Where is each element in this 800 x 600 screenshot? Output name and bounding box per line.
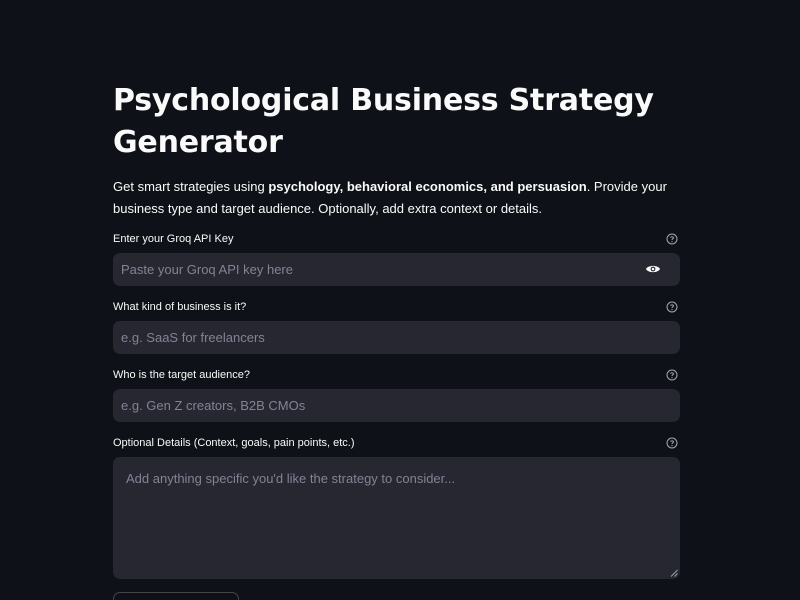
audience-label-row: Who is the target audience? [113,366,680,384]
eye-icon[interactable] [645,263,661,275]
description-text-1: Get smart strategies using [113,179,269,194]
api-key-input[interactable]: Paste your Groq API key here [113,253,680,286]
api-key-placeholder: Paste your Groq API key here [121,262,293,277]
api-key-label-row: Enter your Groq API Key [113,230,680,248]
details-placeholder: Add anything specific you'd like the str… [126,471,456,486]
page-title: Psychological Business Strategy Generato… [113,80,680,164]
details-label: Optional Details (Context, goals, pain p… [113,437,355,449]
details-field: Optional Details (Context, goals, pain p… [113,434,680,579]
audience-placeholder: e.g. Gen Z creators, B2B CMOs [121,398,306,413]
help-icon[interactable] [666,301,678,313]
business-field: What kind of business is it? e.g. SaaS f… [113,298,680,354]
audience-field: Who is the target audience? e.g. Gen Z c… [113,366,680,422]
main-content: Psychological Business Strategy Generato… [113,80,680,600]
description-bold-text: psychology, behavioral economics, and pe… [268,179,587,194]
api-key-label: Enter your Groq API Key [113,233,234,245]
help-icon[interactable] [666,369,678,381]
help-icon[interactable] [666,233,678,245]
page-title-line-2: Generator [113,125,283,160]
business-label-row: What kind of business is it? [113,298,680,316]
details-textarea[interactable]: Add anything specific you'd like the str… [113,457,680,579]
resize-handle-icon[interactable] [670,569,678,577]
generate-button[interactable] [113,592,239,600]
audience-label: Who is the target audience? [113,369,250,381]
business-label: What kind of business is it? [113,301,247,313]
api-key-field: Enter your Groq API Key Paste your Groq … [113,230,680,286]
audience-input[interactable]: e.g. Gen Z creators, B2B CMOs [113,389,680,422]
business-input[interactable]: e.g. SaaS for freelancers [113,321,680,354]
app-page: Psychological Business Strategy Generato… [0,0,800,600]
help-icon[interactable] [666,437,678,449]
business-placeholder: e.g. SaaS for freelancers [121,330,265,345]
details-label-row: Optional Details (Context, goals, pain p… [113,434,680,452]
page-title-line-1: Psychological Business Strategy [113,83,654,118]
page-description: Get smart strategies using psychology, b… [113,176,680,220]
